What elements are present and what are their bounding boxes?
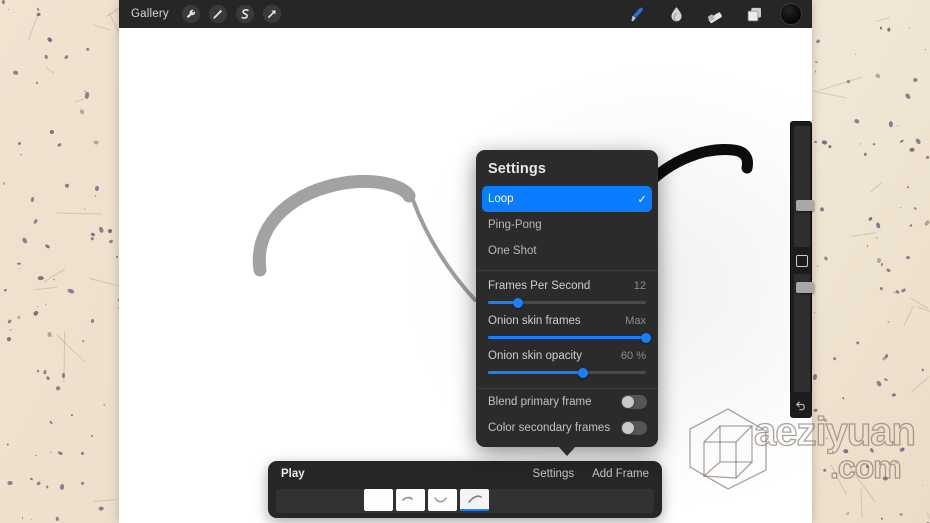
animation-settings-popover: Settings Loop ✓ Ping-Pong One Shot Frame… [476,150,658,456]
add-frame-button[interactable]: Add Frame [592,468,649,480]
toolbar-right-group [624,1,812,28]
toggle-knob [622,422,634,434]
onion-frames-slider-handle[interactable] [641,332,651,343]
canvas-strokes [252,144,753,302]
animation-timeline: Play Settings Add Frame [268,461,662,518]
fps-slider-head: Frames Per Second 12 [488,280,646,292]
wrench-icon[interactable] [178,1,205,28]
fps-slider[interactable] [488,297,646,308]
mode-option-loop[interactable]: Loop ✓ [482,186,652,212]
brush-size-handle[interactable] [796,200,814,211]
toggle-knob [622,396,634,408]
brush-opacity-slider[interactable] [794,274,814,401]
onion-frames-slider-fill [488,336,646,339]
eraser-icon[interactable] [702,1,729,28]
mode-label: One Shot [488,245,537,257]
fps-value: 12 [633,280,646,292]
fps-slider-block: Frames Per Second 12 [476,271,658,308]
onion-opacity-head: Onion skin opacity 60 % [488,350,646,362]
onion-opacity-value: 60 % [620,350,646,362]
popover-title: Settings [488,161,546,177]
onion-frames-value: Max [625,315,646,327]
layers-icon[interactable] [741,1,768,28]
color-secondary-frames-toggle[interactable] [621,421,647,435]
top-toolbar: Gallery [119,0,812,28]
color-swatch-button[interactable] [780,3,802,25]
mode-option-one-shot[interactable]: One Shot [476,238,658,264]
brush-size-slider[interactable] [794,126,814,247]
onion-opacity-slider-block: Onion skin opacity 60 % [476,341,658,382]
fps-label: Frames Per Second [488,280,591,292]
blend-primary-frame-toggle[interactable] [621,395,647,409]
onion-opacity-slider-fill [488,371,583,374]
blend-primary-frame-label: Blend primary frame [488,396,592,408]
frame-thumbnail-selected[interactable] [460,489,489,511]
frame-thumbnail[interactable] [428,489,457,511]
onion-opacity-slider[interactable] [488,367,646,378]
mode-label: Ping-Pong [488,219,542,231]
mode-option-ping-pong[interactable]: Ping-Pong [476,212,658,238]
fps-slider-handle[interactable] [513,297,524,308]
transform-arrow-icon[interactable] [259,1,286,28]
magic-wand-icon[interactable] [205,1,232,28]
onion-frames-head: Onion skin frames Max [488,315,646,327]
brush-sidebar [790,121,814,404]
mode-label: Loop [488,193,514,205]
paintbrush-icon[interactable] [624,1,651,28]
onion-frames-slider-block: Onion skin frames Max [476,306,658,343]
undo-button[interactable] [790,392,812,418]
modify-square-button[interactable] [796,255,808,267]
color-secondary-frames-label: Color secondary frames [488,422,611,434]
canvas-vignette [119,0,812,523]
toolbar-left-group: Gallery [119,1,286,28]
timeline-header: Play Settings Add Frame [268,461,662,487]
onion-opacity-slider-handle[interactable] [577,367,588,378]
color-secondary-frames-row[interactable]: Color secondary frames [476,415,658,441]
brush-opacity-handle[interactable] [796,282,814,293]
gallery-button[interactable]: Gallery [128,5,178,23]
frame-thumbnail[interactable] [396,489,425,511]
check-icon: ✓ [637,194,647,206]
frames-strip[interactable] [276,489,654,513]
play-button[interactable]: Play [281,468,305,480]
timeline-actions: Settings Add Frame [533,468,649,480]
popover-tail [558,446,576,456]
onion-opacity-label: Onion skin opacity [488,350,582,362]
drawing-canvas[interactable] [119,0,812,523]
selection-s-icon[interactable] [232,1,259,28]
frame-thumbnail[interactable] [364,489,393,511]
onion-frames-slider[interactable] [488,332,651,343]
smudge-icon[interactable] [663,1,690,28]
onion-frames-label: Onion skin frames [488,315,581,327]
blend-primary-frame-row[interactable]: Blend primary frame [476,389,658,415]
timeline-settings-button[interactable]: Settings [533,468,575,480]
